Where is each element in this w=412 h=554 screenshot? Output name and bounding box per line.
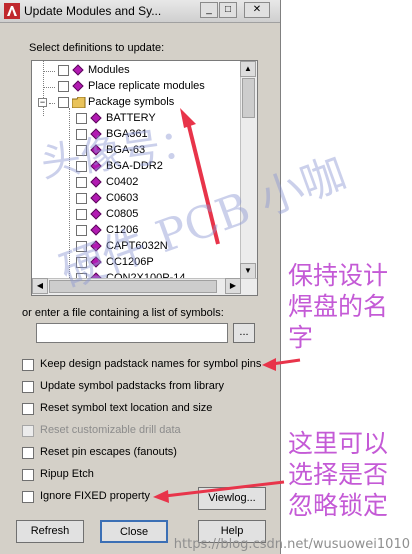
arrowhead-icon	[153, 490, 169, 503]
arrow-to-package-symbols	[186, 121, 220, 245]
arrow-to-keep-names-option	[271, 358, 301, 366]
watermark-url: https://blog.csdn.net/wusuowei1010	[173, 537, 410, 552]
arrow-to-ignore-fixed-option	[164, 480, 285, 498]
annotation-arrows	[153, 108, 301, 503]
arrowhead-icon	[262, 358, 276, 371]
arrowhead-icon	[180, 108, 196, 128]
